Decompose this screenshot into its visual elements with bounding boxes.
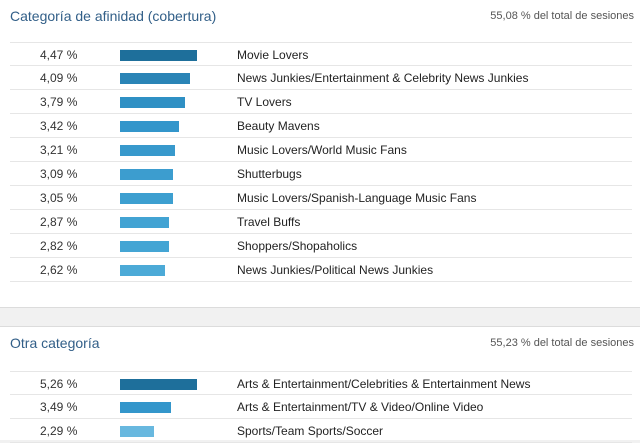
other-sessions-total: 55,23 % del total de sesiones [490, 337, 634, 349]
table-row[interactable]: 2,87 % Travel Buffs [10, 210, 632, 234]
percentage-bar [120, 379, 197, 390]
other-category-card: Otra categoría 55,23 % del total de sesi… [0, 326, 640, 443]
affinity-card-title: Categoría de afinidad (cobertura) [10, 8, 217, 24]
percentage-value: 5,26 % [40, 377, 78, 391]
affinity-card-header: Categoría de afinidad (cobertura) 55,08 … [0, 0, 640, 34]
percentage-value: 4,47 % [40, 48, 78, 62]
category-label: Arts & Entertainment/TV & Video/Online V… [237, 400, 484, 414]
affinity-rows: 4,47 % Movie Lovers 4,09 % News Junkies/Ent… [10, 42, 632, 282]
percentage-value: 4,09 % [40, 71, 78, 85]
percentage-bar [120, 145, 175, 156]
table-row[interactable]: 3,05 % Music Lovers/Spanish-Language Musi… [10, 186, 632, 210]
percentage-value: 3,42 % [40, 119, 78, 133]
percentage-bar [120, 217, 169, 228]
percentage-bar [120, 73, 190, 84]
category-label: News Junkies/Entertainment & Celebrity N… [237, 71, 529, 85]
category-label: Beauty Mavens [237, 119, 320, 133]
affinity-category-card: Categoría de afinidad (cobertura) 55,08 … [0, 0, 640, 308]
percentage-bar [120, 97, 185, 108]
category-label: Sports/Team Sports/Soccer [237, 424, 384, 438]
table-row[interactable]: 3,49 % Arts & Entertainment/TV & Video/On… [10, 395, 632, 419]
table-row[interactable]: 2,29 % Sports/Team Sports/Soccer [10, 419, 632, 443]
table-row[interactable]: 2,62 % News Junkies/Political News Junkie… [10, 258, 632, 282]
table-row[interactable]: 4,09 % News Junkies/Entertainment & Celeb… [10, 66, 632, 90]
percentage-value: 2,82 % [40, 239, 78, 253]
table-row[interactable]: 3,09 % Shutterbugs [10, 162, 632, 186]
category-label: TV Lovers [237, 95, 292, 109]
percentage-value: 2,87 % [40, 215, 78, 229]
category-label: Travel Buffs [237, 215, 301, 229]
percentage-bar [120, 241, 169, 252]
percentage-value: 2,62 % [40, 263, 78, 277]
percentage-bar [120, 402, 171, 413]
percentage-bar [120, 265, 165, 276]
other-rows: 5,26 % Arts & Entertainment/Celebrities &… [10, 371, 632, 443]
category-label: Shutterbugs [237, 167, 302, 181]
other-card-title: Otra categoría [10, 335, 100, 351]
percentage-value: 3,05 % [40, 191, 78, 205]
percentage-bar [120, 169, 173, 180]
table-row[interactable]: 4,47 % Movie Lovers [10, 42, 632, 66]
category-label: Music Lovers/World Music Fans [237, 143, 407, 157]
category-label: Shoppers/Shopaholics [237, 239, 358, 253]
other-card-header: Otra categoría 55,23 % del total de sesi… [0, 327, 640, 361]
table-row[interactable]: 3,79 % TV Lovers [10, 90, 632, 114]
table-row[interactable]: 3,42 % Beauty Mavens [10, 114, 632, 138]
category-label: News Junkies/Political News Junkies [237, 263, 434, 277]
category-label: Movie Lovers [237, 48, 309, 62]
affinity-sessions-total: 55,08 % del total de sesiones [490, 10, 634, 22]
percentage-bar [120, 193, 173, 204]
percentage-value: 3,09 % [40, 167, 78, 181]
category-label: Arts & Entertainment/Celebrities & Enter… [237, 377, 531, 391]
table-row[interactable]: 2,82 % Shoppers/Shopaholics [10, 234, 632, 258]
table-row[interactable]: 3,21 % Music Lovers/World Music Fans [10, 138, 632, 162]
percentage-value: 3,21 % [40, 143, 78, 157]
percentage-bar [120, 121, 179, 132]
percentage-value: 3,49 % [40, 400, 78, 414]
percentage-bar [120, 50, 197, 61]
table-row[interactable]: 5,26 % Arts & Entertainment/Celebrities &… [10, 371, 632, 395]
percentage-bar [120, 426, 154, 437]
percentage-value: 2,29 % [40, 424, 78, 438]
category-label: Music Lovers/Spanish-Language Music Fans [237, 191, 477, 205]
percentage-value: 3,79 % [40, 95, 78, 109]
